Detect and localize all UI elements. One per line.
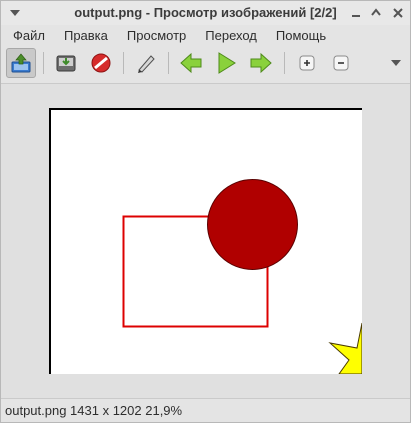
menu-edit[interactable]: Правка: [58, 28, 114, 43]
save-icon[interactable]: [51, 48, 81, 78]
back-arrow-icon[interactable]: [176, 48, 206, 78]
open-icon[interactable]: [6, 48, 36, 78]
image-view-area[interactable]: [1, 83, 410, 398]
red-circle: [207, 179, 298, 270]
close-icon[interactable]: [390, 5, 406, 21]
minimize-icon[interactable]: [348, 5, 364, 21]
play-icon[interactable]: [211, 48, 241, 78]
overflow-icon[interactable]: [381, 48, 411, 78]
toolbar-separator: [123, 52, 124, 74]
zoom-out-icon[interactable]: [326, 48, 356, 78]
toolbar: [1, 46, 410, 83]
forward-arrow-icon[interactable]: [246, 48, 276, 78]
toolbar-separator: [284, 52, 285, 74]
edit-icon[interactable]: [131, 48, 161, 78]
maximize-icon[interactable]: [368, 5, 384, 21]
image-viewer-window: output.png - Просмотр изображений [2/2] …: [0, 0, 411, 423]
menu-bar: Файл Правка Просмотр Переход Помощь: [1, 25, 410, 46]
toolbar-separator: [43, 52, 44, 74]
status-bar: output.png 1431 x 1202 21,9%: [1, 398, 410, 422]
toolbar-separator: [168, 52, 169, 74]
delete-icon[interactable]: [86, 48, 116, 78]
menu-file[interactable]: Файл: [7, 28, 51, 43]
menu-help[interactable]: Помощь: [270, 28, 332, 43]
menu-view[interactable]: Просмотр: [121, 28, 192, 43]
displayed-image: [49, 108, 362, 374]
zoom-in-icon[interactable]: [292, 48, 322, 78]
status-text: output.png 1431 x 1202 21,9%: [5, 403, 183, 418]
image-canvas: [49, 108, 362, 374]
menu-go[interactable]: Переход: [199, 28, 263, 43]
title-bar: output.png - Просмотр изображений [2/2]: [1, 1, 410, 25]
